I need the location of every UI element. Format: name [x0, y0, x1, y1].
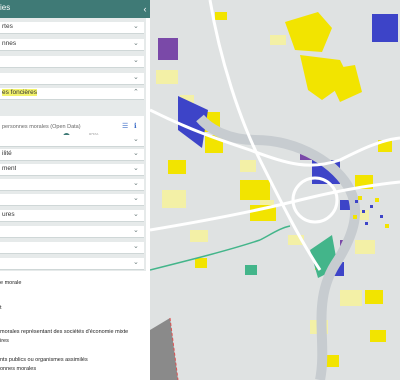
layer-group-row[interactable]: ment ⌄	[0, 164, 144, 176]
layer-group-row[interactable]: nnes ⌄	[0, 39, 144, 51]
legend-item: morales représentant des sociétés d'écon…	[0, 329, 129, 335]
chevron-down-icon[interactable]: ⌄	[133, 73, 139, 81]
sublayer-label: personnes morales (Open Data)	[2, 124, 81, 130]
chevron-up-icon[interactable]: ⌃	[133, 88, 139, 96]
legend-item: t	[0, 305, 2, 311]
chevron-down-icon[interactable]: ⌄	[133, 258, 139, 266]
chevron-left-icon[interactable]: ‹	[140, 2, 150, 16]
chevron-down-icon[interactable]: ⌄	[133, 164, 139, 172]
layer-group-row[interactable]: ⌄	[0, 179, 144, 191]
chevron-down-icon[interactable]: ⌄	[133, 22, 139, 30]
layer-group-label: rtes	[2, 23, 13, 30]
info-icon[interactable]: ℹ	[134, 122, 137, 130]
legend-item: onnes morales	[0, 366, 37, 372]
chevron-down-icon[interactable]: ⌄	[133, 242, 139, 250]
layer-group-row[interactable]: ures ⌄	[0, 210, 144, 222]
layer-group-label: nnes	[2, 40, 17, 47]
panel-title: ies	[0, 3, 11, 12]
map-svg[interactable]	[150, 0, 400, 380]
layer-group-row[interactable]: ⌄	[0, 56, 144, 68]
layer-group-label: es foncières	[2, 89, 38, 96]
layer-group-row[interactable]: ⌄	[0, 73, 144, 85]
layer-group-label: ment	[2, 165, 17, 172]
chevron-down-icon[interactable]: ⌄	[133, 149, 139, 157]
layer-group-row[interactable]: ⌄	[0, 258, 144, 270]
layer-group-row-active[interactable]: es foncières ⌃	[0, 88, 144, 100]
layer-group-row[interactable]: ⌄	[0, 135, 144, 147]
chevron-down-icon[interactable]: ⌄	[133, 194, 139, 202]
legend-item: ires	[0, 338, 9, 344]
map-legend: e morale t morales représentant des soci…	[0, 274, 150, 380]
layer-panel: ies ‹ rtes ⌄ nnes ⌄ ⌄ ⌄ es foncières ⌃ p…	[0, 0, 150, 380]
layer-group-row[interactable]: ilité ⌄	[0, 149, 144, 161]
layer-group-row[interactable]: ⌄	[0, 194, 144, 206]
chevron-down-icon[interactable]: ⌄	[133, 179, 139, 187]
layer-group-label: ilité	[2, 150, 12, 157]
map-canvas[interactable]	[150, 0, 400, 380]
layer-group-row[interactable]: rtes ⌄	[0, 22, 144, 34]
chevron-down-icon[interactable]: ⌄	[133, 226, 139, 234]
layer-group-row[interactable]: ⌄	[0, 226, 144, 238]
chevron-down-icon[interactable]: ⌄	[133, 135, 139, 143]
chevron-down-icon[interactable]: ⌄	[133, 210, 139, 218]
panel-header: ies ‹	[0, 0, 150, 18]
legend-item: nts publics ou organismes assimilés	[0, 357, 88, 363]
legend-item: e morale	[0, 280, 22, 286]
list-icon[interactable]: ☰	[122, 122, 128, 130]
chevron-down-icon[interactable]: ⌄	[133, 39, 139, 47]
layer-accordion: rtes ⌄ nnes ⌄ ⌄ ⌄ es foncières ⌃ personn…	[0, 18, 146, 271]
chevron-down-icon[interactable]: ⌄	[133, 56, 139, 64]
layer-group-row[interactable]: ⌄	[0, 242, 144, 254]
layer-group-label: ures	[2, 211, 15, 218]
